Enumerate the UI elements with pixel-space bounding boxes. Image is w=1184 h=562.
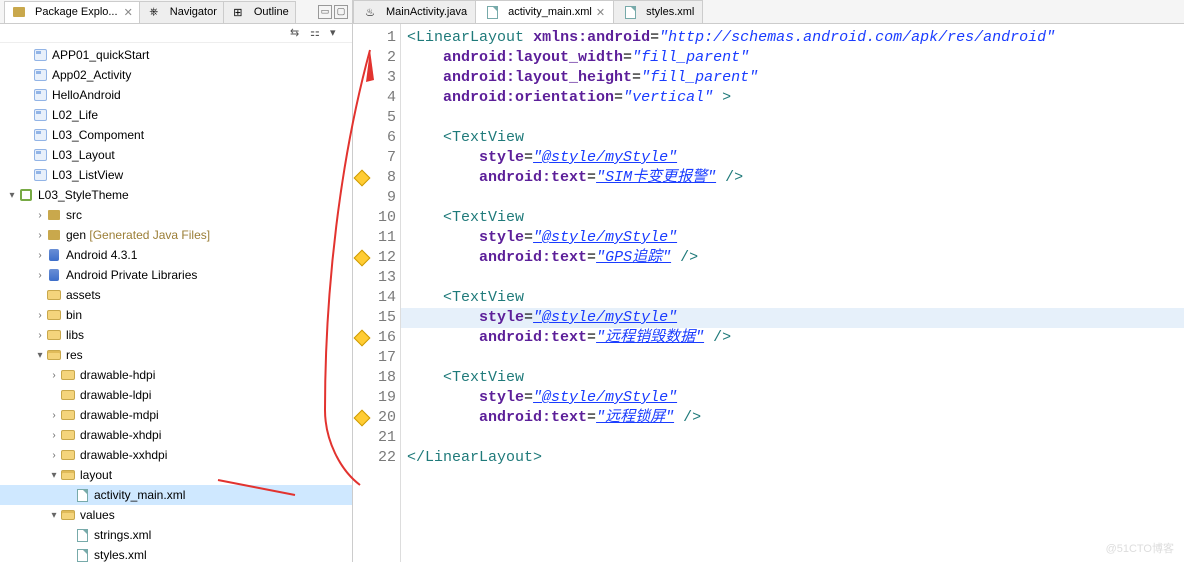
drawable-mdpi[interactable]: ›drawable-mdpi <box>0 405 352 425</box>
code-editor[interactable]: 12345678910111213141516171819202122 <Lin… <box>353 24 1184 562</box>
file-label: strings.xml <box>94 528 151 542</box>
folder-label: drawable-hdpi <box>80 368 155 382</box>
drawable-hdpi[interactable]: ›drawable-hdpi <box>0 365 352 385</box>
tab-label: MainActivity.java <box>386 6 467 18</box>
project-node[interactable]: L03_Layout <box>0 145 352 165</box>
folder-label: res <box>66 348 83 362</box>
project-node[interactable]: L03_ListView <box>0 165 352 185</box>
project-label: L03_StyleTheme <box>38 188 129 202</box>
file-strings[interactable]: strings.xml <box>0 525 352 545</box>
xml-file-icon <box>622 4 638 20</box>
folder-label: gen <box>66 228 86 242</box>
editor-tabs: ♨ MainActivity.java activity_main.xml ✕ … <box>353 0 1184 24</box>
folder-label: drawable-xxhdpi <box>80 448 167 462</box>
gen-annotation: [Generated Java Files] <box>89 228 210 242</box>
close-icon[interactable]: ✕ <box>124 6 133 19</box>
package-icon <box>11 4 27 20</box>
editor-tab-java[interactable]: ♨ MainActivity.java <box>353 0 476 23</box>
view-tabs: Package Explo... ✕ ⎈ Navigator ⊞ Outline… <box>0 0 352 24</box>
minimize-icon[interactable]: ▭ <box>318 5 332 19</box>
folder-label: assets <box>66 288 101 302</box>
xml-file-icon <box>484 4 500 20</box>
project-label: L03_ListView <box>52 168 123 182</box>
lib-label: Android 4.3.1 <box>66 248 137 262</box>
folder-label: values <box>80 508 115 522</box>
code-content[interactable]: <LinearLayout xmlns:android="http://sche… <box>401 24 1184 562</box>
watermark-text: @51CTO博客 <box>1106 540 1174 556</box>
file-label: activity_main.xml <box>94 488 185 502</box>
project-label: HelloAndroid <box>52 88 121 102</box>
folder-label: drawable-xhdpi <box>80 428 161 442</box>
bin-folder[interactable]: ›bin <box>0 305 352 325</box>
file-styles[interactable]: styles.xml <box>0 545 352 562</box>
folder-label: drawable-mdpi <box>80 408 159 422</box>
project-node[interactable]: HelloAndroid <box>0 85 352 105</box>
folder-label: drawable-ldpi <box>80 388 151 402</box>
assets-folder[interactable]: assets <box>0 285 352 305</box>
res-folder[interactable]: ▾res <box>0 345 352 365</box>
src-folder[interactable]: ›src <box>0 205 352 225</box>
project-label: App02_Activity <box>52 68 131 82</box>
drawable-ldpi[interactable]: drawable-ldpi <box>0 385 352 405</box>
file-label: styles.xml <box>94 548 147 562</box>
editor-area: ♨ MainActivity.java activity_main.xml ✕ … <box>353 0 1184 562</box>
android-lib[interactable]: ›Android 4.3.1 <box>0 245 352 265</box>
tab-label: activity_main.xml <box>508 6 592 18</box>
project-node[interactable]: L03_Compoment <box>0 125 352 145</box>
package-explorer-panel: Package Explo... ✕ ⎈ Navigator ⊞ Outline… <box>0 0 353 562</box>
project-node[interactable]: APP01_quickStart <box>0 45 352 65</box>
project-node[interactable]: App02_Activity <box>0 65 352 85</box>
values-folder[interactable]: ▾values <box>0 505 352 525</box>
project-node-active[interactable]: ▾L03_StyleTheme <box>0 185 352 205</box>
lib-label: Android Private Libraries <box>66 268 197 282</box>
folder-label: src <box>66 208 82 222</box>
gen-folder[interactable]: ›gen [Generated Java Files] <box>0 225 352 245</box>
marker-gutter <box>353 24 371 562</box>
private-libs[interactable]: ›Android Private Libraries <box>0 265 352 285</box>
project-label: L03_Compoment <box>52 128 144 142</box>
drawable-xhdpi[interactable]: ›drawable-xhdpi <box>0 425 352 445</box>
tab-navigator[interactable]: ⎈ Navigator <box>139 1 224 23</box>
project-tree: APP01_quickStart App02_Activity HelloAnd… <box>0 43 352 562</box>
tab-label: styles.xml <box>646 6 694 18</box>
project-label: L03_Layout <box>52 148 115 162</box>
project-label: APP01_quickStart <box>52 48 149 62</box>
layout-folder[interactable]: ▾layout <box>0 465 352 485</box>
folder-label: layout <box>80 468 112 482</box>
tab-label: Outline <box>254 6 289 18</box>
close-icon[interactable]: ✕ <box>596 6 605 19</box>
navigator-icon: ⎈ <box>146 4 162 20</box>
editor-tab-activity-main[interactable]: activity_main.xml ✕ <box>475 0 614 23</box>
tab-package-explorer[interactable]: Package Explo... ✕ <box>4 1 140 23</box>
link-editor-icon[interactable]: ⇆ <box>290 26 304 40</box>
tab-label: Package Explo... <box>35 6 118 18</box>
folder-label: libs <box>66 328 84 342</box>
project-node[interactable]: L02_Life <box>0 105 352 125</box>
outline-icon: ⊞ <box>230 4 246 20</box>
file-activity-main[interactable]: activity_main.xml <box>0 485 352 505</box>
project-label: L02_Life <box>52 108 98 122</box>
maximize-icon[interactable]: ▢ <box>334 5 348 19</box>
explorer-toolbar: ⇆ ⚏ ▾ <box>0 24 352 43</box>
java-file-icon: ♨ <box>362 4 378 20</box>
folder-label: bin <box>66 308 82 322</box>
line-number-gutter: 12345678910111213141516171819202122 <box>371 24 401 562</box>
tab-label: Navigator <box>170 6 217 18</box>
editor-tab-styles[interactable]: styles.xml <box>613 0 703 23</box>
view-menu-icon[interactable]: ▾ <box>330 26 344 40</box>
tab-outline[interactable]: ⊞ Outline <box>223 1 296 23</box>
collapse-all-icon[interactable]: ⚏ <box>310 26 324 40</box>
libs-folder[interactable]: ›libs <box>0 325 352 345</box>
drawable-xxhdpi[interactable]: ›drawable-xxhdpi <box>0 445 352 465</box>
